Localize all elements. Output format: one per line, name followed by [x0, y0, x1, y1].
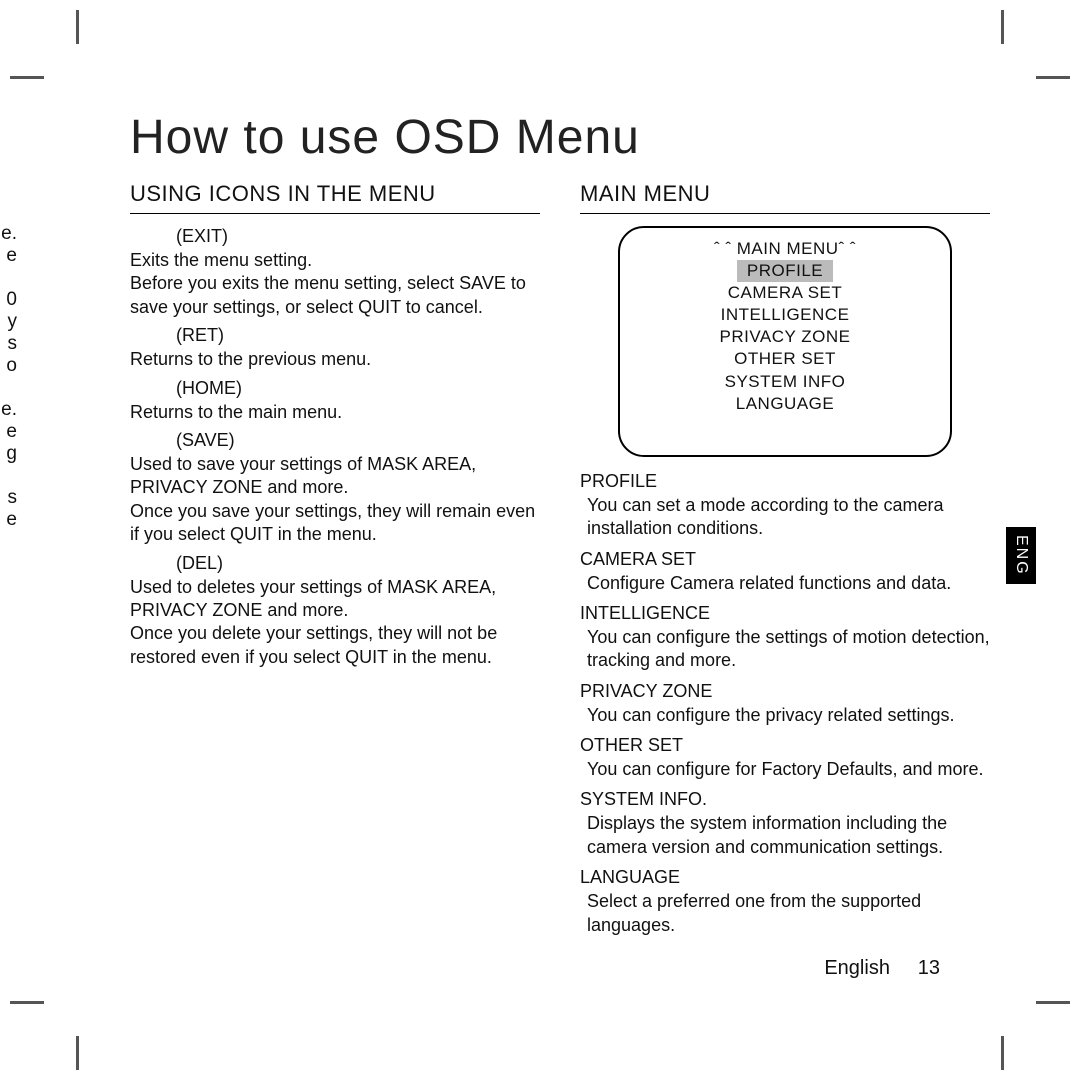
menu-item-other-set: OTHER SET: [630, 348, 940, 370]
icon-home-label: (HOME): [176, 378, 540, 399]
page-title: How to use OSD Menu: [130, 110, 990, 165]
desc-privacy-zone-label: PRIVACY ZONE: [580, 681, 990, 702]
icon-exit-desc: Exits the menu setting. Before you exits…: [130, 249, 540, 319]
section-heading-icons: USING ICONS IN THE MENU: [130, 181, 540, 207]
desc-intelligence: You can conﬁgure the settings of motion …: [587, 626, 990, 673]
desc-intelligence-label: INTELLIGENCE: [580, 603, 990, 624]
icon-del-label: (DEL): [176, 553, 540, 574]
desc-camera-set-label: CAMERA SET: [580, 549, 990, 570]
desc-privacy-zone: You can conﬁgure the privacy related set…: [587, 704, 990, 727]
icon-save-label: (SAVE): [176, 430, 540, 451]
menu-item-intelligence: INTELLIGENCE: [630, 304, 940, 326]
icon-ret-label: (RET): [176, 325, 540, 346]
desc-profile-label: PROFILE: [580, 471, 990, 492]
footer: English 13: [824, 957, 940, 980]
menu-item-profile: PROFILE: [737, 260, 833, 282]
menu-item-camera-set: CAMERA SET: [630, 282, 940, 304]
desc-camera-set: Conﬁgure Camera related functions and da…: [587, 572, 990, 595]
desc-system-info-label: SYSTEM INFO.: [580, 789, 990, 810]
desc-language: Select a preferred one from the supporte…: [587, 890, 990, 937]
icon-save-desc: Used to save your settings of MASK AREA,…: [130, 453, 540, 547]
section-heading-main: MAIN MENU: [580, 181, 990, 207]
rule: [580, 213, 990, 214]
menu-item-system-info: SYSTEM INFO: [630, 371, 940, 393]
icon-exit-label: (EXIT): [176, 226, 540, 247]
footer-page-number: 13: [918, 957, 940, 979]
icon-ret-desc: Returns to the previous menu.: [130, 348, 540, 371]
desc-system-info: Displays the system information includin…: [587, 812, 990, 859]
desc-other-set: You can conﬁgure for Factory Defaults, a…: [587, 758, 990, 781]
desc-language-label: LANGUAGE: [580, 867, 990, 888]
desc-other-set-label: OTHER SET: [580, 735, 990, 756]
language-tab: ENG: [1006, 527, 1036, 584]
menu-item-privacy-zone: PRIVACY ZONE: [630, 326, 940, 348]
right-column: MAIN MENU ˆ ˆ MAIN MENUˆ ˆ PROFILE CAMER…: [580, 181, 990, 943]
rule: [130, 213, 540, 214]
menu-title: ˆ ˆ MAIN MENUˆ ˆ: [630, 238, 940, 260]
footer-language: English: [824, 957, 890, 979]
icon-home-desc: Returns to the main menu.: [130, 401, 540, 424]
menu-item-language: LANGUAGE: [630, 393, 940, 415]
desc-profile: You can set a mode according to the came…: [587, 494, 990, 541]
left-column: USING ICONS IN THE MENU (EXIT) Exits the…: [130, 181, 540, 943]
icon-del-desc: Used to deletes your settings of MASK AR…: [130, 576, 540, 670]
osd-menu-box: ˆ ˆ MAIN MENUˆ ˆ PROFILE CAMERA SET INTE…: [618, 226, 952, 457]
